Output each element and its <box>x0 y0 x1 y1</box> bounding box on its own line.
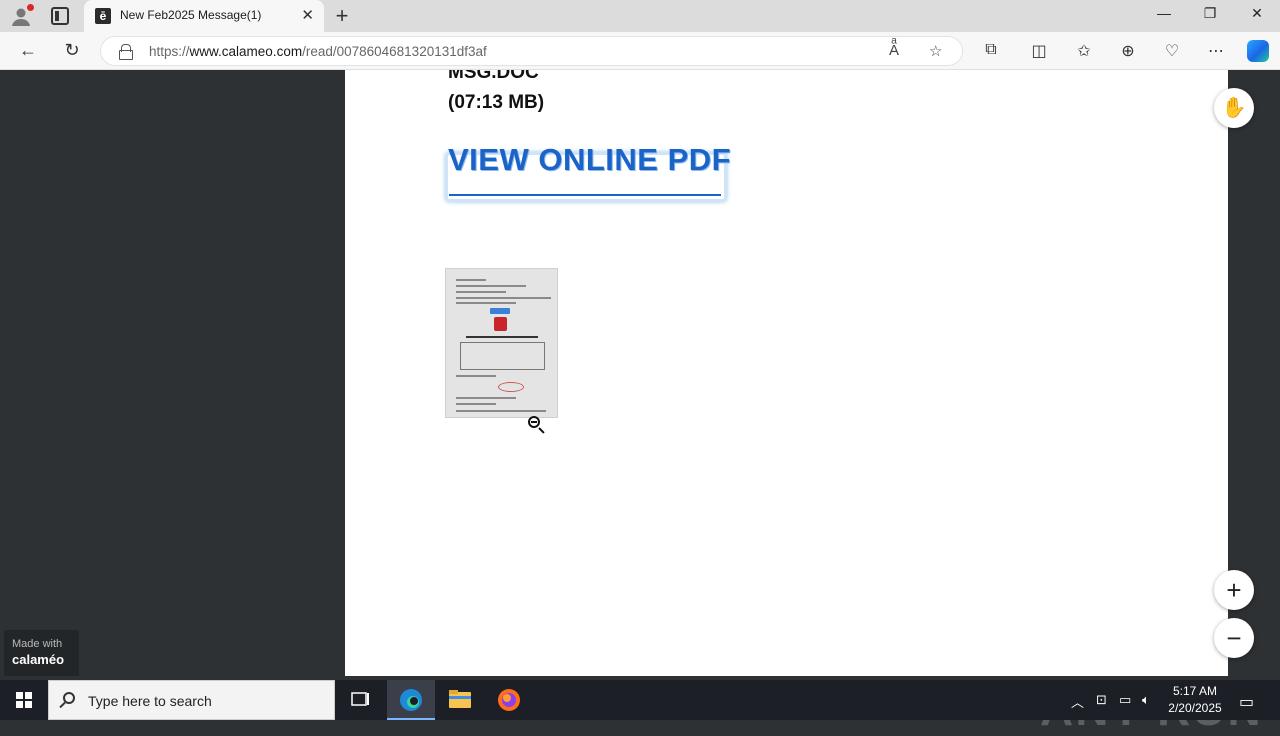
thumb-line <box>456 285 526 287</box>
favorite-star-icon[interactable]: ☆ <box>929 42 942 60</box>
read-aloud-icon[interactable]: A͏ͣ <box>889 42 899 59</box>
tab-actions-icon[interactable] <box>51 7 69 25</box>
thumb-line <box>456 397 516 399</box>
viewer-left-pane <box>4 70 345 676</box>
windows-start-icon[interactable] <box>16 692 32 708</box>
notifications-icon[interactable]: ▭ <box>1239 692 1254 712</box>
thumb-stamp <box>498 382 524 392</box>
thumb-line <box>456 279 486 281</box>
network-icon[interactable]: ▭ <box>1119 692 1131 708</box>
clock-date: 2/20/2025 <box>1168 701 1222 715</box>
zoom-out-button[interactable]: − <box>1214 618 1254 658</box>
browser-toolbar: ← ↻ https://www.calameo.com/read/0078604… <box>0 32 1280 70</box>
more-icon[interactable]: ⋯ <box>1205 41 1227 61</box>
zoom-in-button[interactable]: + <box>1214 570 1254 610</box>
thumb-line <box>456 291 506 293</box>
thumb-line <box>456 375 496 377</box>
refresh-icon[interactable]: ↻ <box>61 40 83 61</box>
minimize-icon[interactable]: — <box>1141 5 1187 21</box>
document-page: MSG.DOC (07:13 MB) VIEW ONLINE PDF <box>345 70 1228 676</box>
restore-icon[interactable]: ❐ <box>1187 5 1233 22</box>
search-placeholder: Type here to search <box>88 693 212 709</box>
clock-time: 5:17 AM <box>1172 684 1218 698</box>
back-icon[interactable]: ← <box>17 40 39 61</box>
url-text: https://www.calameo.com/read/00786046813… <box>149 44 487 59</box>
thumb-line <box>456 302 516 304</box>
tab-title: New Feb2025 Message(1) <box>120 8 262 22</box>
calameo-favicon-icon: ē <box>95 8 111 24</box>
thumb-button <box>490 308 510 314</box>
window-close-icon[interactable]: ✕ <box>1234 5 1280 22</box>
system-clock[interactable]: 5:17 AM 2/20/2025 <box>1160 683 1230 717</box>
viewer-content: MSG.DOC (07:13 MB) VIEW ONLINE PDF ✋ + −… <box>4 70 1276 735</box>
pdf-icon <box>494 317 507 331</box>
extensions-icon[interactable]: ⧉ <box>980 41 1002 59</box>
made-with-calameo-badge[interactable]: Made with calaméo <box>4 630 79 676</box>
new-tab-icon[interactable]: + <box>332 3 352 29</box>
profile-icon[interactable] <box>10 4 34 27</box>
tab-active[interactable]: ē New Feb2025 Message(1) ✕ <box>84 0 324 32</box>
lock-icon[interactable] <box>119 44 133 60</box>
calameo-logo: calaméo <box>12 652 65 667</box>
made-with-label: Made with <box>12 638 63 650</box>
document-filename: MSG.DOC <box>448 70 539 83</box>
collections-icon[interactable]: ⊕ <box>1117 41 1139 61</box>
close-icon[interactable]: ✕ <box>301 6 314 24</box>
search-icon <box>63 692 75 704</box>
taskbar: Type here to search ︿ ⊡ ▭ 🔈︎ 5:17 AM 2/2… <box>0 680 1280 720</box>
view-online-pdf-underline <box>449 194 721 196</box>
taskbar-search[interactable]: Type here to search <box>48 680 335 720</box>
split-screen-icon[interactable]: ◫ <box>1028 41 1050 61</box>
address-bar[interactable]: https://www.calameo.com/read/00786046813… <box>100 36 963 66</box>
hand-tool-icon[interactable]: ✋ <box>1214 88 1254 128</box>
show-hidden-icons-icon[interactable]: ︿ <box>1071 692 1084 711</box>
notification-dot <box>27 4 34 11</box>
thumb-table <box>460 342 545 370</box>
favorites-icon[interactable]: ✩ <box>1073 41 1095 61</box>
thumb-line <box>456 297 551 299</box>
thumb-line <box>456 403 496 405</box>
meet-now-icon[interactable]: ⊡ <box>1096 692 1107 708</box>
task-view-icon[interactable] <box>336 680 384 720</box>
file-explorer-icon[interactable] <box>436 680 484 720</box>
zoom-out-cursor-icon <box>528 416 540 428</box>
document-filesize: (07:13 MB) <box>448 92 545 113</box>
thumb-heading <box>466 336 538 338</box>
thumb-line <box>456 410 546 412</box>
tab-strip: ē New Feb2025 Message(1) ✕ + — ❐ ✕ <box>0 0 1280 32</box>
edge-taskbar-icon[interactable] <box>387 680 435 720</box>
volume-icon[interactable]: 🔈︎ <box>1142 692 1150 708</box>
view-online-pdf-link[interactable]: VIEW ONLINE PDF <box>448 142 731 178</box>
document-thumbnail[interactable] <box>445 268 558 418</box>
copilot-icon[interactable] <box>1247 40 1269 62</box>
firefox-icon[interactable] <box>485 680 533 720</box>
browser-essentials-icon[interactable]: ♡ <box>1161 41 1183 61</box>
